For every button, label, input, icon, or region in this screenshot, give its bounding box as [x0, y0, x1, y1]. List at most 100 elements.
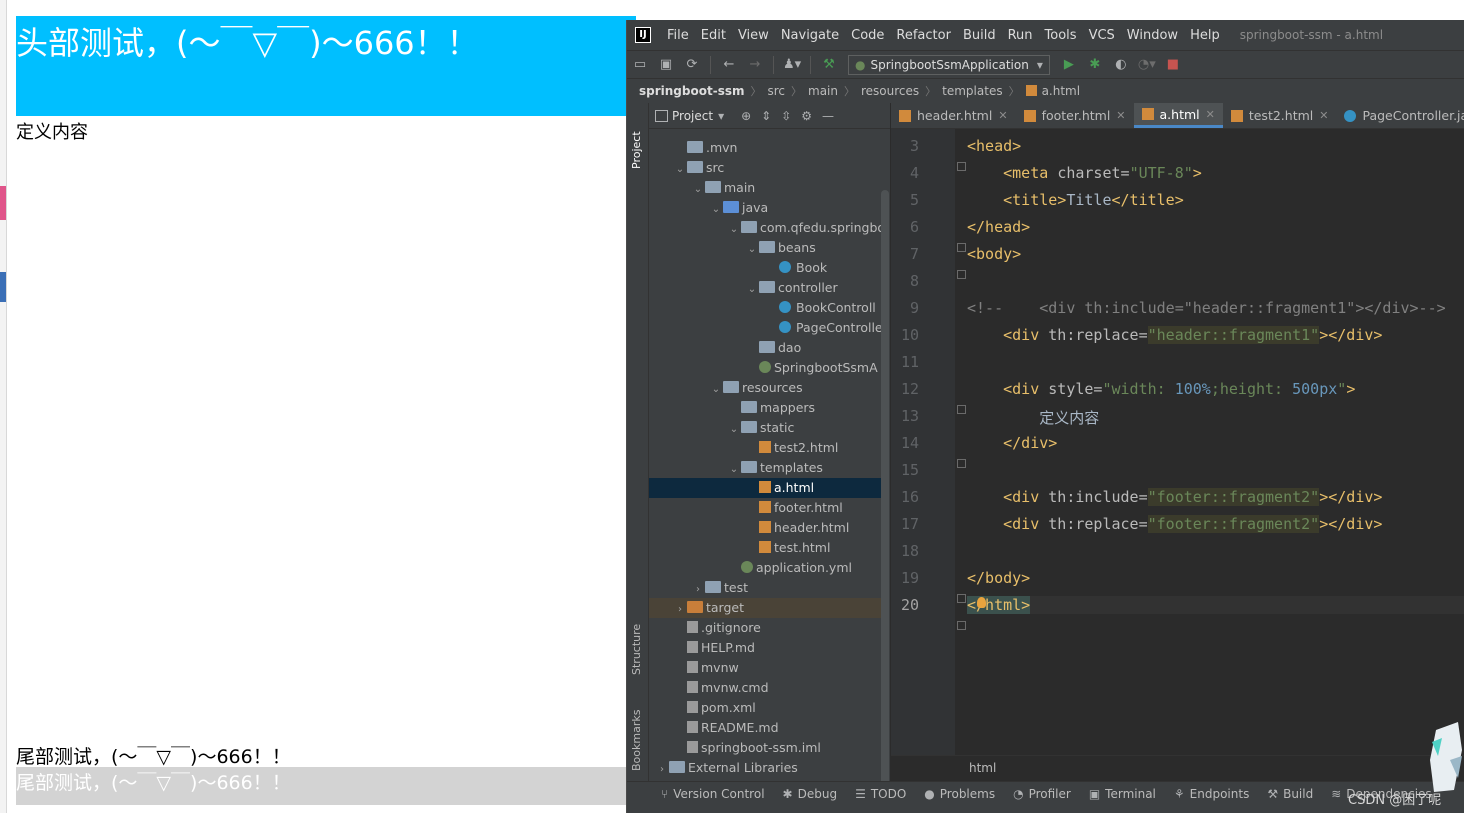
- sync-icon[interactable]: ⟳: [683, 56, 701, 74]
- tree-item[interactable]: README.md: [649, 718, 881, 738]
- side-tab-bookmarks[interactable]: Bookmarks: [630, 710, 643, 771]
- chevron-down-icon[interactable]: ⌄: [727, 420, 741, 438]
- user-dropdown-icon[interactable]: ♟▾: [783, 56, 801, 74]
- chevron-down-icon[interactable]: ⌄: [673, 160, 687, 178]
- tree-item[interactable]: ⌄ src: [649, 158, 881, 178]
- tree-item[interactable]: Book: [649, 258, 881, 278]
- tool-profiler[interactable]: ◔ Profiler: [1013, 787, 1071, 801]
- locate-icon[interactable]: ⊕: [741, 109, 751, 123]
- tree-item[interactable]: pom.xml: [649, 698, 881, 718]
- breadcrumb-resources[interactable]: resources: [861, 84, 919, 98]
- fold-marker-icon[interactable]: [957, 162, 966, 171]
- chevron-down-icon[interactable]: ⌄: [745, 280, 759, 298]
- tree-item[interactable]: .mvn: [649, 138, 881, 158]
- editor-breadcrumb[interactable]: html: [891, 755, 1464, 781]
- fold-marker-icon[interactable]: [957, 243, 966, 252]
- tree-item[interactable]: SpringbootSsmA: [649, 358, 881, 378]
- breadcrumb-src[interactable]: src: [767, 84, 785, 98]
- tree-item[interactable]: PageControlle: [649, 318, 881, 338]
- open-folder-icon[interactable]: ▭: [631, 56, 649, 74]
- menu-window[interactable]: Window: [1121, 28, 1184, 43]
- menu-edit[interactable]: Edit: [695, 28, 732, 43]
- tree-item[interactable]: ⌄ com.qfedu.springbo: [649, 218, 881, 238]
- chevron-down-icon[interactable]: ▾: [718, 109, 724, 123]
- tool-debug[interactable]: ✱ Debug: [783, 787, 838, 801]
- fold-marker-icon[interactable]: [957, 594, 966, 603]
- chevron-right-icon[interactable]: ›: [691, 580, 705, 598]
- tab-header-html[interactable]: header.html ✕: [891, 103, 1016, 128]
- coverage-icon[interactable]: ◐: [1112, 56, 1130, 74]
- stop-icon[interactable]: ■: [1164, 56, 1182, 74]
- side-tab-project[interactable]: Project: [630, 131, 643, 169]
- project-panel-title[interactable]: Project: [672, 109, 713, 123]
- hammer-build-icon[interactable]: ⚒: [820, 56, 838, 74]
- tree-item[interactable]: ⌄ beans: [649, 238, 881, 258]
- chevron-right-icon[interactable]: ›: [673, 600, 687, 618]
- menu-code[interactable]: Code: [845, 28, 890, 43]
- fold-marker-icon[interactable]: [957, 270, 966, 279]
- tool-endpoints[interactable]: ⚘ Endpoints: [1174, 787, 1249, 801]
- tab-a-html[interactable]: a.html ✕: [1133, 103, 1223, 128]
- menu-view[interactable]: View: [732, 28, 775, 43]
- chevron-down-icon[interactable]: ⌄: [727, 220, 741, 238]
- menu-build[interactable]: Build: [957, 28, 1002, 43]
- fold-marker-icon[interactable]: [957, 621, 966, 630]
- tree-item[interactable]: ⌄ main: [649, 178, 881, 198]
- tree-item[interactable]: springboot-ssm.iml: [649, 738, 881, 758]
- tab-pagecontroller-java[interactable]: PageController.java: [1336, 103, 1464, 128]
- tree-item[interactable]: footer.html: [649, 498, 881, 518]
- tree-item[interactable]: › test: [649, 578, 881, 598]
- tree-item[interactable]: mvnw: [649, 658, 881, 678]
- tree-item[interactable]: a.html: [649, 478, 881, 498]
- breadcrumb-templates[interactable]: templates: [942, 84, 1002, 98]
- tree-item[interactable]: mvnw.cmd: [649, 678, 881, 698]
- tree-item[interactable]: test.html: [649, 538, 881, 558]
- menu-navigate[interactable]: Navigate: [775, 28, 845, 43]
- breadcrumb-project[interactable]: springboot-ssm: [639, 84, 744, 98]
- close-icon[interactable]: ✕: [1116, 109, 1125, 122]
- tool-problems[interactable]: ● Problems: [924, 787, 995, 801]
- tree-item[interactable]: › External Libraries: [649, 758, 881, 778]
- tab-footer-html[interactable]: footer.html ✕: [1016, 103, 1134, 128]
- breadcrumb-main[interactable]: main: [808, 84, 838, 98]
- tree-item[interactable]: .gitignore: [649, 618, 881, 638]
- menu-run[interactable]: Run: [1002, 28, 1039, 43]
- side-tab-structure[interactable]: Structure: [630, 624, 643, 675]
- tool-version-control[interactable]: ⑂ Version Control: [661, 787, 765, 801]
- chevron-down-icon[interactable]: ⌄: [745, 240, 759, 258]
- profile-icon[interactable]: ◔▾: [1138, 56, 1156, 74]
- hide-icon[interactable]: —: [822, 109, 834, 123]
- tree-item[interactable]: dao: [649, 338, 881, 358]
- forward-arrow-icon[interactable]: →: [746, 56, 764, 74]
- chevron-down-icon[interactable]: ⌄: [727, 460, 741, 478]
- back-arrow-icon[interactable]: ←: [720, 56, 738, 74]
- collapse-all-icon[interactable]: ⇳: [781, 109, 791, 123]
- tree-scrollbar[interactable]: [881, 190, 889, 790]
- menu-vcs[interactable]: VCS: [1083, 28, 1121, 43]
- tool-terminal[interactable]: ▣ Terminal: [1089, 787, 1156, 801]
- chevron-down-icon[interactable]: ⌄: [709, 200, 723, 218]
- run-icon[interactable]: ▶: [1060, 56, 1078, 74]
- expand-all-icon[interactable]: ⇕: [761, 109, 771, 123]
- debug-icon[interactable]: ✱: [1086, 56, 1104, 74]
- fold-marker-icon[interactable]: [957, 459, 966, 468]
- tree-item[interactable]: test2.html: [649, 438, 881, 458]
- tree-item[interactable]: › target: [649, 598, 881, 618]
- tree-item[interactable]: ⌄ resources: [649, 378, 881, 398]
- tree-item[interactable]: ⌄ java: [649, 198, 881, 218]
- chevron-down-icon[interactable]: ⌄: [691, 180, 705, 198]
- tree-item[interactable]: HELP.md: [649, 638, 881, 658]
- close-icon[interactable]: ✕: [998, 109, 1007, 122]
- tool-todo[interactable]: ☰ TODO: [855, 787, 906, 801]
- menu-help[interactable]: Help: [1184, 28, 1226, 43]
- chevron-right-icon[interactable]: ›: [655, 760, 669, 778]
- tree-item[interactable]: ⌄ templates: [649, 458, 881, 478]
- save-icon[interactable]: ▣: [657, 56, 675, 74]
- tree-item[interactable]: BookControll: [649, 298, 881, 318]
- run-configuration-select[interactable]: ● SpringbootSsmApplication ▾: [848, 54, 1050, 75]
- tree-item[interactable]: mappers: [649, 398, 881, 418]
- close-icon[interactable]: ✕: [1206, 108, 1215, 121]
- tree-item[interactable]: ⌄ controller: [649, 278, 881, 298]
- chevron-down-icon[interactable]: ⌄: [709, 380, 723, 398]
- menu-file[interactable]: File: [661, 28, 695, 43]
